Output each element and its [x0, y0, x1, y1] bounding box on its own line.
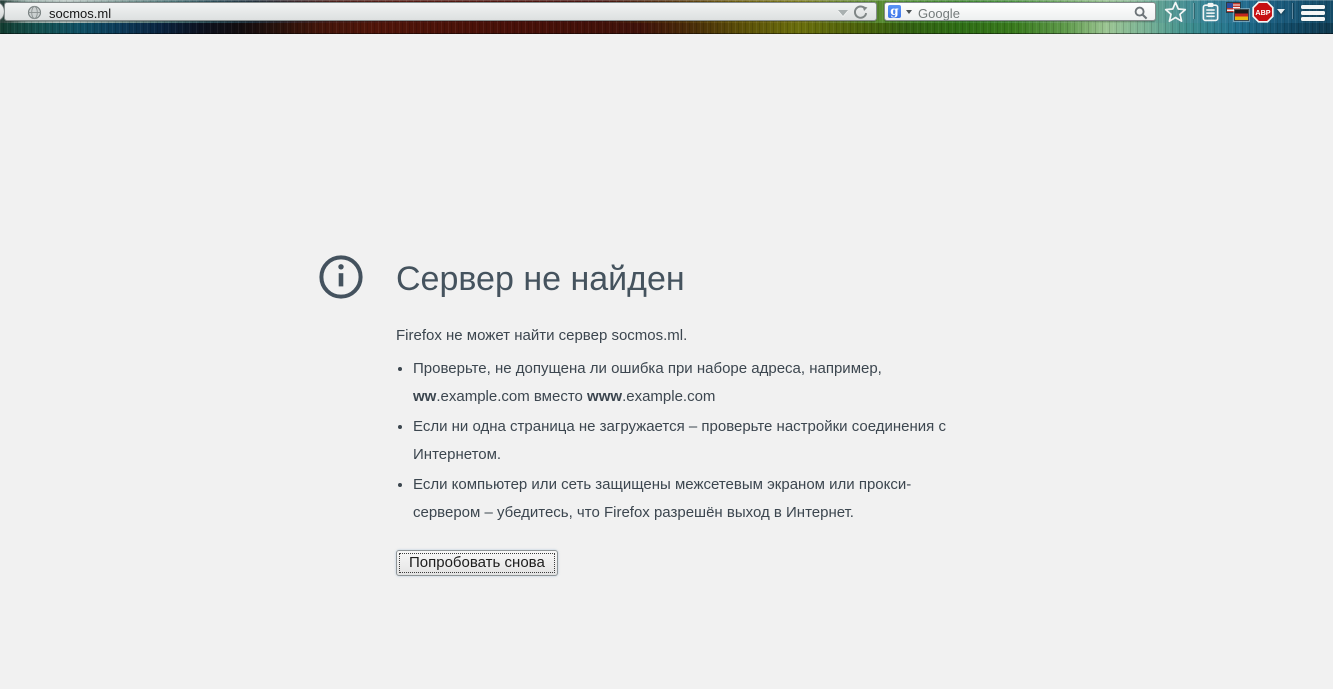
- search-icon[interactable]: [1134, 6, 1148, 25]
- search-bar[interactable]: g Google: [884, 2, 1156, 21]
- page-title: Сервер не найден: [396, 260, 685, 298]
- abp-label: ABP: [1255, 8, 1270, 17]
- engine-dropdown-icon[interactable]: [906, 10, 912, 14]
- error-suggestion: Если ни одна страница не загружается – п…: [413, 413, 956, 469]
- abp-stop-icon: ABP: [1252, 0, 1274, 23]
- search-placeholder: Google: [918, 6, 960, 21]
- error-suggestion-list: Проверьте, не допущена ли ошибка при наб…: [396, 355, 956, 527]
- url-text: socmos.ml: [49, 6, 112, 21]
- menu-button[interactable]: [1300, 2, 1326, 22]
- toolbar-separator: [1193, 3, 1194, 19]
- error-page: Сервер не найден Firefox не может найти …: [0, 34, 1333, 689]
- adblock-dropdown-button[interactable]: [1274, 1, 1288, 22]
- google-engine-icon[interactable]: g: [888, 5, 901, 18]
- star-icon: [1164, 1, 1186, 22]
- reload-icon[interactable]: [853, 5, 868, 20]
- browser-window: socmos.ml g Google ABP Сервер не найден …: [0, 0, 1333, 689]
- toolbar-separator: [1292, 3, 1293, 19]
- info-circle-icon: [317, 253, 365, 306]
- clipboard-addon-button[interactable]: [1198, 1, 1222, 22]
- url-history-dropdown-icon[interactable]: [838, 10, 848, 16]
- navigation-toolbar: socmos.ml g Google ABP: [0, 0, 1333, 34]
- clipboard-icon: [1202, 2, 1218, 21]
- error-description: Firefox не может найти сервер socmos.ml.: [396, 327, 688, 344]
- translator-addon-button[interactable]: [1225, 1, 1249, 22]
- bookmark-star-button[interactable]: [1163, 1, 1187, 22]
- chevron-down-icon: [1277, 9, 1285, 14]
- url-bar[interactable]: socmos.ml: [4, 2, 877, 21]
- globe-icon: [27, 5, 42, 25]
- error-suggestion: Если компьютер или сеть защищены межсете…: [413, 471, 956, 527]
- adblock-plus-button[interactable]: ABP: [1251, 0, 1275, 23]
- try-again-button[interactable]: Попробовать снова: [396, 550, 558, 576]
- us-german-flags-icon: [1226, 3, 1248, 20]
- hamburger-icon: [1301, 5, 1325, 9]
- error-suggestion: Проверьте, не допущена ли ошибка при наб…: [413, 355, 956, 411]
